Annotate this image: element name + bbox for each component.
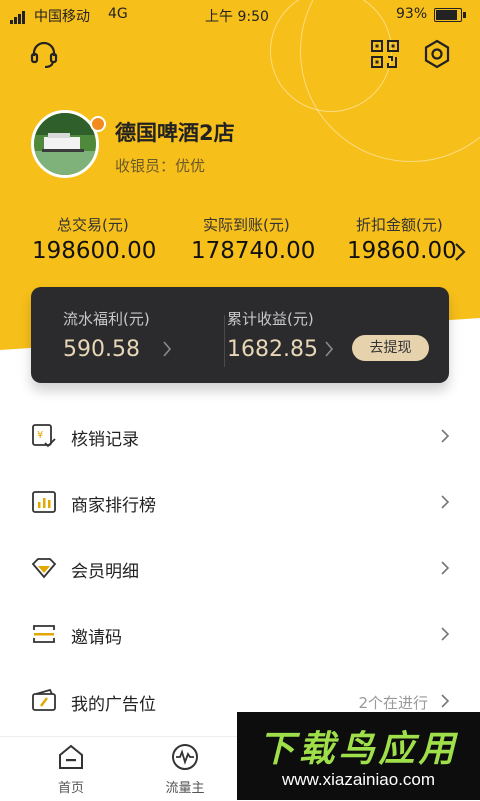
cashier-info: 收银员：优优 [115, 155, 205, 176]
total-earnings-value[interactable]: 1682.85 [227, 337, 318, 362]
tab-home-label: 首页 [57, 781, 84, 796]
menu-label: 邀请码 [71, 628, 122, 648]
verify-record-icon: ¥ [32, 424, 56, 448]
stat-discount-label: 折扣金额(元) [356, 216, 443, 234]
carrier-name: 中国移动 [34, 9, 90, 25]
avatar-status-badge [90, 116, 106, 132]
battery-icon [434, 8, 466, 22]
watermark-banner: 下载鸟应用 www.xiazainiao.com [237, 712, 480, 800]
flow-chevron-right-icon[interactable] [162, 340, 172, 358]
withdraw-button[interactable]: 去提现 [352, 335, 429, 361]
flow-welfare-value[interactable]: 590.58 [63, 337, 140, 362]
menu-item-invite-code[interactable]: 邀请码 [0, 601, 480, 667]
watermark-url: www.xiazainiao.com [281, 770, 436, 789]
total-earnings-label: 累计收益(元) [227, 310, 314, 328]
watermark-title: 下载鸟应用 [258, 729, 459, 770]
svg-text:¥: ¥ [37, 430, 43, 441]
flow-welfare-label: 流水福利(元) [63, 310, 150, 328]
chevron-right-icon [441, 495, 450, 509]
avatar-photo [34, 113, 96, 175]
cashier-label: 收银员： [115, 157, 176, 175]
avatar[interactable] [31, 110, 99, 178]
ad-slot-status: 2个在进行 [358, 694, 428, 712]
stat-total-trade-value[interactable]: 198600.00 [32, 238, 156, 264]
menu-label: 商家排行榜 [71, 496, 156, 516]
menu-label: 我的广告位 [71, 695, 156, 715]
chevron-right-icon [441, 429, 450, 443]
tab-home[interactable]: 首页 [31, 737, 111, 801]
menu-item-member-detail[interactable]: 会员明细 [0, 535, 480, 601]
settings-hex-icon[interactable] [421, 38, 453, 70]
stat-actual-received-value[interactable]: 178740.00 [191, 238, 315, 264]
network-type: 4G [108, 6, 128, 22]
ad-slot-icon [32, 688, 56, 711]
tab-traffic-owner-label: 流量主 [165, 781, 205, 796]
menu-label: 核销记录 [71, 430, 139, 450]
qr-code-icon[interactable] [369, 38, 401, 70]
headset-icon[interactable] [28, 38, 60, 70]
store-name: 德国啤酒2店 [115, 121, 235, 145]
total-chevron-right-icon[interactable] [324, 340, 334, 358]
invite-code-icon [33, 625, 55, 643]
stat-total-trade-label: 总交易(元) [57, 216, 129, 234]
stats-chevron-right-icon[interactable] [454, 242, 466, 262]
signal-icon [10, 8, 26, 24]
stat-actual-received-label: 实际到账(元) [203, 216, 290, 234]
member-diamond-icon [31, 558, 57, 579]
earnings-card: 流水福利(元) 590.58 累计收益(元) 1682.85 去提现 [31, 287, 449, 383]
battery-percent: 93% [396, 6, 428, 22]
status-bar: 中国移动 4G 上午 9:50 93% [0, 0, 480, 30]
home-icon [59, 744, 83, 769]
clock: 上午 9:50 [205, 9, 269, 25]
chevron-right-icon [441, 627, 450, 641]
chevron-right-icon [441, 561, 450, 575]
tab-traffic-owner[interactable]: 流量主 [145, 737, 225, 801]
menu-item-merchant-ranking[interactable]: 商家排行榜 [0, 469, 480, 535]
stat-discount-value[interactable]: 19860.00 [347, 238, 457, 264]
cashier-name: 优优 [175, 157, 206, 175]
chevron-right-icon [441, 694, 450, 708]
menu-item-verify-record[interactable]: ¥ 核销记录 [0, 403, 480, 469]
menu-label: 会员明细 [71, 562, 139, 582]
pulse-icon [172, 744, 198, 770]
ranking-chart-icon [32, 491, 56, 513]
card-divider [224, 315, 225, 367]
